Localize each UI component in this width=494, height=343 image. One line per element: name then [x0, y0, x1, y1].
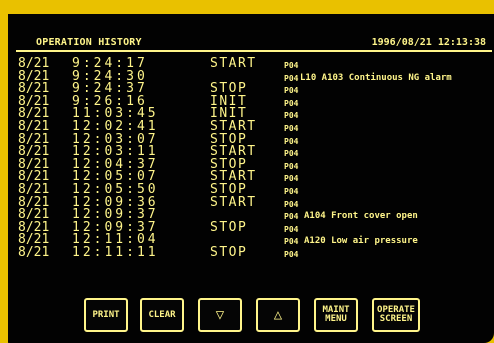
print-button[interactable]: PRINT	[84, 298, 128, 332]
log-event: STOP	[210, 219, 248, 235]
log-program-code: P04	[284, 149, 299, 159]
log-time: 12:11:11	[72, 244, 159, 260]
log-program-code: P04	[284, 161, 299, 171]
log-program-code: P04	[284, 186, 299, 196]
log-program-code: P04	[284, 224, 299, 234]
hmi-screen: OPERATION HISTORY 1996/08/21 12:13:38 8/…	[0, 0, 494, 343]
log-program-code: P04	[284, 61, 299, 70]
page-up-button[interactable]: △	[256, 298, 300, 332]
log-event: START	[210, 194, 257, 210]
log-program-code: P04	[284, 136, 299, 146]
clear-button-label: CLEAR	[148, 309, 176, 320]
bezel-left	[0, 0, 8, 343]
log-program-code: P04	[284, 98, 299, 108]
operate-screen-label-line2: SCREEN	[379, 314, 413, 324]
operate-screen-button[interactable]: OPERATE SCREEN	[372, 298, 420, 332]
current-datetime: 1996/08/21 12:13:38	[371, 37, 486, 48]
log-program-code: P04	[284, 249, 299, 259]
log-alarm-message: A104 Front cover open	[304, 211, 418, 222]
page-title: OPERATION HISTORY	[36, 37, 142, 48]
log-program-code: P04	[284, 174, 299, 184]
log-event: START	[210, 56, 257, 71]
log-event: STOP	[210, 244, 248, 260]
log-program-code: P04	[284, 73, 299, 83]
log-program-code: P04	[284, 111, 299, 121]
log-date: 8/21	[18, 244, 50, 260]
header-divider	[16, 50, 492, 52]
maint-menu-button[interactable]: MAINT MENU	[314, 298, 358, 332]
log-alarm-message: A120 Low air pressure	[304, 236, 418, 247]
page-down-button[interactable]: ▽	[198, 298, 242, 332]
log-program-code: P04	[284, 237, 299, 247]
bezel-top	[0, 0, 494, 14]
clear-button[interactable]: CLEAR	[140, 298, 184, 332]
triangle-up-icon: △	[273, 306, 283, 323]
maint-menu-label-line2: MENU	[325, 314, 347, 324]
log-program-code: P04	[284, 123, 299, 133]
triangle-down-icon: ▽	[215, 306, 225, 323]
log-program-code: P04	[284, 86, 299, 96]
log-program-code: P04	[284, 212, 299, 222]
log-alarm-message: L10 A103 Continuous NG alarm	[300, 72, 452, 83]
log-program-code: P04	[284, 199, 299, 209]
print-button-label: PRINT	[92, 309, 120, 320]
